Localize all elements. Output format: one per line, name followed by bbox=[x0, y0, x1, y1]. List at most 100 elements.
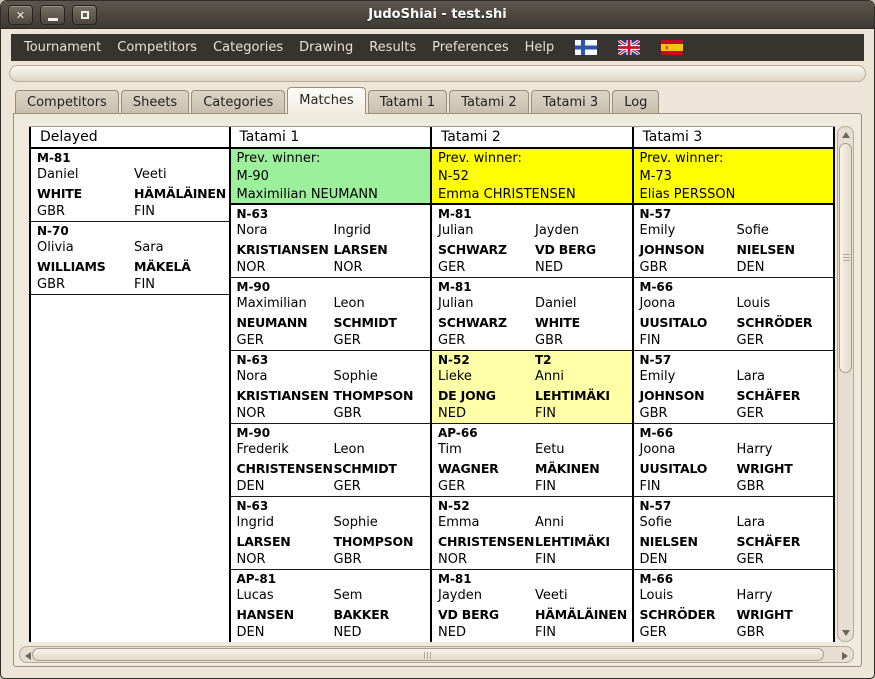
match-cell[interactable]: M-81JulianDanielSCHWARZWHITEGERGBR bbox=[432, 278, 632, 351]
match-country-row: GERGBR bbox=[438, 332, 632, 350]
prev-winner-category: M-73 bbox=[640, 168, 834, 186]
match-first-row: TimEetu bbox=[438, 441, 632, 459]
first-name: Nora bbox=[237, 368, 334, 386]
column-header: Delayed bbox=[31, 127, 229, 149]
match-first-row: JoonaHarry bbox=[640, 441, 834, 459]
tab-log[interactable]: Log bbox=[612, 90, 659, 113]
surname: SCHWARZ bbox=[438, 240, 535, 259]
first-name: Joona bbox=[640, 441, 737, 459]
vertical-scrollbar-thumb[interactable] bbox=[839, 143, 852, 373]
scroll-up-icon[interactable] bbox=[842, 132, 850, 138]
maximize-button[interactable] bbox=[72, 5, 97, 25]
first-name: Eetu bbox=[535, 441, 632, 459]
tab-tatami-1[interactable]: Tatami 1 bbox=[368, 90, 448, 113]
surname: LEHTIMÄKI bbox=[535, 386, 632, 405]
match-category-row: N-70 bbox=[37, 223, 229, 239]
surname: WAGNER bbox=[438, 459, 535, 478]
match-cell[interactable]: N-57EmilySofieJOHNSONNIELSENGBRDEN bbox=[634, 205, 834, 278]
prev-winner-cell[interactable]: Prev. winner:N-52Emma CHRISTENSEN bbox=[432, 149, 632, 205]
match-category-row: AP-81 bbox=[237, 571, 431, 587]
match-last-row: SCHWARZWHITE bbox=[438, 313, 632, 332]
match-board: DelayedM-81DanielVeetiWHITEHÄMÄLÄINENGBR… bbox=[29, 127, 835, 642]
scroll-left-icon[interactable] bbox=[25, 652, 31, 660]
prev-winner-name: Elias PERSSON bbox=[640, 186, 834, 204]
horizontal-scrollbar-thumb[interactable] bbox=[32, 648, 824, 661]
match-last-row: JOHNSONSCHÄFER bbox=[640, 386, 834, 405]
tab-tatami-3[interactable]: Tatami 3 bbox=[531, 90, 611, 113]
horizontal-scrollbar[interactable] bbox=[19, 646, 854, 663]
uk-flag-icon[interactable] bbox=[618, 40, 640, 55]
match-last-row: NEUMANNSCHMIDT bbox=[237, 313, 431, 332]
country-code: NED bbox=[438, 624, 535, 642]
match-cell[interactable]: M-66JoonaLouisUUSITALOSCHRÖDERFINGER bbox=[634, 278, 834, 351]
tab-categories[interactable]: Categories bbox=[191, 90, 285, 113]
match-first-row: JoonaLouis bbox=[640, 295, 834, 313]
tab-competitors[interactable]: Competitors bbox=[15, 90, 119, 113]
country-code: FIN bbox=[535, 551, 632, 569]
match-cell[interactable]: N-63IngridSophieLARSENTHOMPSONNORGBR bbox=[231, 497, 431, 570]
prev-winner-cell[interactable]: Prev. winner:M-73Elias PERSSON bbox=[634, 149, 834, 205]
menu-drawing[interactable]: Drawing bbox=[291, 35, 361, 60]
match-cell[interactable]: N-52EmmaAnniCHRISTENSENLEHTIMÄKINORFIN bbox=[432, 497, 632, 570]
finland-flag-icon[interactable] bbox=[575, 40, 597, 55]
category-label: M-81 bbox=[438, 571, 535, 587]
match-cell[interactable]: M-81DanielVeetiWHITEHÄMÄLÄINENGBRFIN bbox=[31, 149, 229, 222]
minimize-button[interactable] bbox=[40, 5, 65, 25]
match-cell[interactable]: M-90MaximilianLeonNEUMANNSCHMIDTGERGER bbox=[231, 278, 431, 351]
match-last-row: CHRISTENSENSCHMIDT bbox=[237, 459, 431, 478]
match-cell[interactable]: N-57EmilyLaraJOHNSONSCHÄFERGBRGER bbox=[634, 351, 834, 424]
match-cell[interactable]: AP-81LucasSemHANSENBAKKERDENNED bbox=[231, 570, 431, 642]
menu-tournament[interactable]: Tournament bbox=[16, 35, 109, 60]
country-code: GBR bbox=[737, 624, 834, 642]
match-country-row: NORGBR bbox=[237, 405, 431, 423]
match-cell[interactable]: AP-66TimEetuWAGNERMÄKINENGERFIN bbox=[432, 424, 632, 497]
match-cell[interactable]: N-52T2LiekeAnniDE JONGLEHTIMÄKINEDFIN bbox=[432, 351, 632, 424]
prev-winner-name: Maximilian NEUMANN bbox=[237, 186, 431, 204]
menu-competitors[interactable]: Competitors bbox=[109, 35, 205, 60]
match-cell[interactable]: M-81JulianJaydenSCHWARZVD BERGGERNED bbox=[432, 205, 632, 278]
match-first-row: DanielVeeti bbox=[37, 166, 229, 184]
column-header: Tatami 3 bbox=[634, 127, 834, 149]
match-cell[interactable]: M-66LouisHarrySCHRÖDERWRIGHTGERGBR bbox=[634, 570, 834, 642]
first-name: Leon bbox=[334, 441, 431, 459]
close-button[interactable]: ✕ bbox=[8, 5, 33, 25]
category-label: N-57 bbox=[640, 206, 737, 222]
prev-winner-cell[interactable]: Prev. winner:M-90Maximilian NEUMANN bbox=[231, 149, 431, 205]
match-category-row: M-66 bbox=[640, 571, 834, 587]
scroll-right-icon[interactable] bbox=[842, 652, 848, 660]
match-cell[interactable]: N-63NoraSophieKRISTIANSENTHOMPSONNORGBR bbox=[231, 351, 431, 424]
board-column-delayed: DelayedM-81DanielVeetiWHITEHÄMÄLÄINENGBR… bbox=[29, 127, 231, 642]
match-cell[interactable]: M-81JaydenVeetiVD BERGHÄMÄLÄINENNEDFIN bbox=[432, 570, 632, 642]
first-name: Louis bbox=[737, 295, 834, 313]
match-last-row: NIELSENSCHÄFER bbox=[640, 532, 834, 551]
country-code: FIN bbox=[535, 405, 632, 423]
tab-sheets[interactable]: Sheets bbox=[121, 90, 189, 113]
menu-help[interactable]: Help bbox=[517, 35, 563, 60]
match-cell[interactable]: N-70OliviaSaraWILLIAMSMÄKELÄGBRFIN bbox=[31, 222, 229, 295]
match-cell[interactable]: N-63NoraIngridKRISTIANSENLARSENNORNOR bbox=[231, 205, 431, 278]
surname: MÄKELÄ bbox=[134, 257, 229, 276]
match-cell[interactable]: M-66JoonaHarryUUSITALOWRIGHTFINGBR bbox=[634, 424, 834, 497]
tab-tatami-2[interactable]: Tatami 2 bbox=[449, 90, 529, 113]
first-name: Louis bbox=[640, 587, 737, 605]
first-name: Lara bbox=[737, 368, 834, 386]
menu-preferences[interactable]: Preferences bbox=[424, 35, 516, 60]
match-first-row: OliviaSara bbox=[37, 239, 229, 257]
match-first-row: JulianJayden bbox=[438, 222, 632, 240]
scroll-down-icon[interactable] bbox=[842, 630, 850, 636]
match-last-row: SCHWARZVD BERG bbox=[438, 240, 632, 259]
match-cell[interactable]: M-90FrederikLeonCHRISTENSENSCHMIDTDENGER bbox=[231, 424, 431, 497]
close-icon: ✕ bbox=[16, 10, 25, 21]
window-title: JudoShiai - test.shi bbox=[368, 7, 506, 22]
titlebar[interactable]: ✕ JudoShiai - test.shi bbox=[1, 1, 874, 29]
column-header: Tatami 2 bbox=[432, 127, 632, 149]
menu-results[interactable]: Results bbox=[361, 35, 424, 60]
menu-categories[interactable]: Categories bbox=[205, 35, 291, 60]
match-last-row: WILLIAMSMÄKELÄ bbox=[37, 257, 229, 276]
first-name: Daniel bbox=[37, 166, 134, 184]
vertical-scrollbar[interactable] bbox=[837, 126, 854, 642]
tab-matches[interactable]: Matches bbox=[287, 87, 365, 114]
spain-flag-icon[interactable] bbox=[661, 40, 683, 55]
match-category-row: N-57 bbox=[640, 206, 834, 222]
match-cell[interactable]: N-57SofieLaraNIELSENSCHÄFERDENGER bbox=[634, 497, 834, 570]
